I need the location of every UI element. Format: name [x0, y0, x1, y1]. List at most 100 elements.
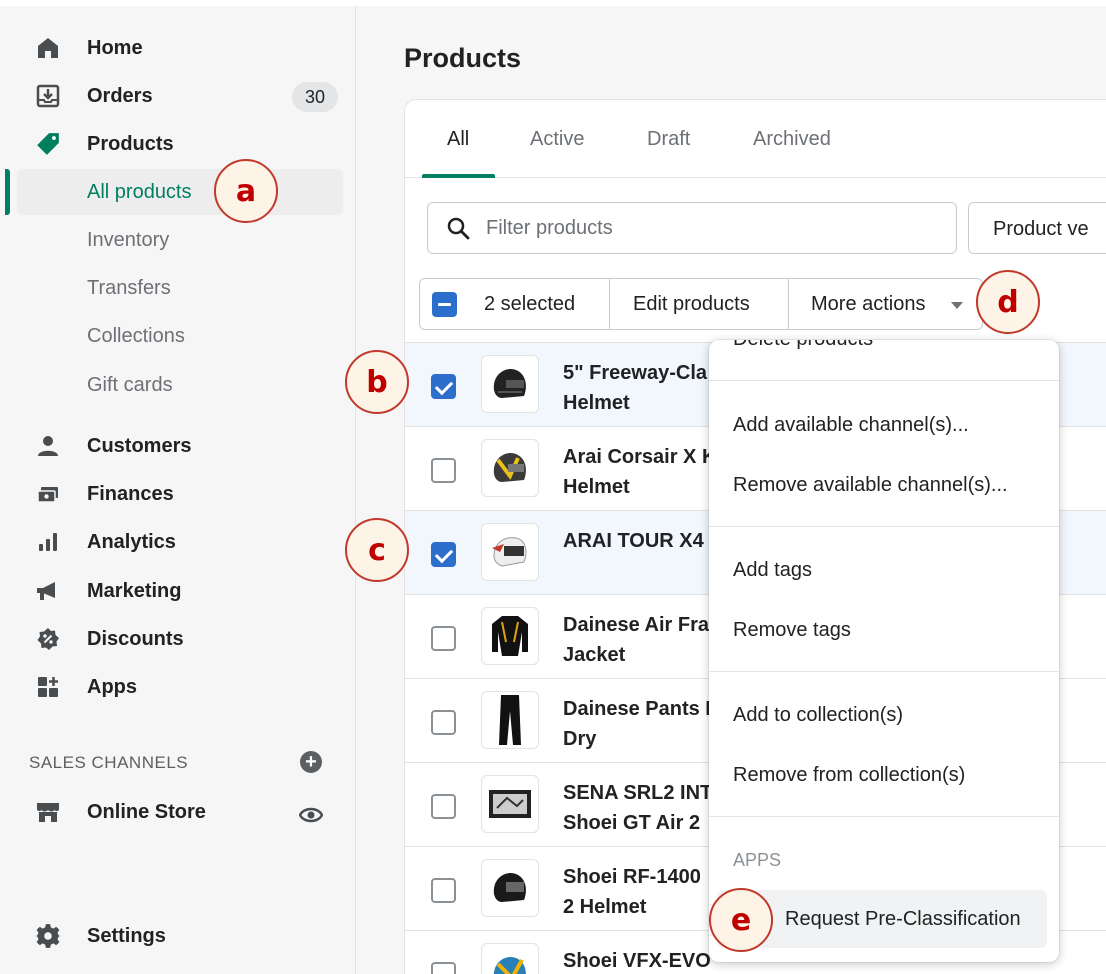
menu-item-label: Request Pre-Classification	[785, 908, 1021, 930]
nav-home-label: Home	[87, 37, 143, 59]
nav-marketing[interactable]: Marketing	[0, 567, 356, 615]
tab-active[interactable]: Active	[530, 128, 584, 151]
filter-box[interactable]	[427, 202, 957, 254]
sidebar-item-gift-cards[interactable]: Gift cards	[0, 362, 356, 408]
product-thumbnail	[481, 859, 539, 917]
annotation-e: e	[709, 888, 773, 952]
product-name[interactable]: Dainese Pants I Dry	[563, 694, 713, 754]
tab-bar: All Active Draft Archived	[405, 100, 1106, 178]
nav-discounts-label: Discounts	[87, 628, 184, 650]
row-checkbox[interactable]	[431, 794, 456, 819]
more-actions-label: More actions	[811, 293, 926, 315]
product-thumbnail	[481, 439, 539, 497]
nav-apps[interactable]: Apps	[0, 663, 356, 711]
edit-products-label: Edit products	[633, 293, 750, 315]
nav-settings-label: Settings	[87, 925, 166, 947]
product-name[interactable]: Dainese Air Fra Jacket	[563, 610, 713, 670]
sidebar-item-collections[interactable]: Collections	[0, 313, 356, 359]
nav-settings[interactable]: Settings	[0, 912, 356, 960]
product-thumbnail	[481, 691, 539, 749]
annotation-d: d	[976, 270, 1040, 334]
menu-divider	[709, 380, 1059, 381]
row-checkbox[interactable]	[431, 458, 456, 483]
tab-active-indicator	[422, 174, 495, 178]
sidebar-item-label: Gift cards	[87, 374, 173, 396]
annotation-a: a	[214, 159, 278, 223]
bulk-actions-bar: 2 selected Edit products More actions	[419, 278, 983, 330]
edit-products-button[interactable]: Edit products	[610, 279, 789, 329]
nav-home[interactable]: Home	[0, 24, 356, 72]
nav-customers[interactable]: Customers	[0, 422, 356, 470]
selected-count: 2 selected	[484, 293, 576, 315]
megaphone-icon	[35, 578, 61, 604]
store-icon	[35, 799, 61, 825]
orders-icon	[35, 83, 61, 109]
row-checkbox[interactable]	[431, 710, 456, 735]
product-name[interactable]: ARAI TOUR X4	[563, 526, 713, 556]
eye-icon[interactable]	[298, 802, 324, 828]
orders-count-badge: 30	[292, 82, 338, 112]
nav-products[interactable]: Products	[0, 120, 356, 168]
product-thumbnail	[481, 775, 539, 833]
menu-item-add-collection[interactable]: Add to collection(s)	[733, 704, 903, 727]
row-checkbox[interactable]	[431, 962, 456, 974]
nav-orders[interactable]: Orders 30	[0, 72, 356, 120]
more-actions-menu: Delete products Add available channel(s)…	[709, 340, 1059, 962]
nav-apps-label: Apps	[87, 676, 137, 698]
caret-down-icon	[951, 302, 963, 309]
product-thumbnail	[481, 607, 539, 665]
product-thumbnail	[481, 943, 539, 974]
annotation-b: b	[345, 350, 409, 414]
nav-analytics[interactable]: Analytics	[0, 518, 356, 566]
home-icon	[35, 35, 61, 61]
sidebar-item-label: All products	[87, 181, 192, 203]
product-name[interactable]: Shoei RF-1400 2 Helmet	[563, 862, 713, 922]
row-checkbox[interactable]	[431, 374, 456, 399]
tab-archived[interactable]: Archived	[753, 128, 831, 151]
row-checkbox[interactable]	[431, 626, 456, 651]
sidebar: Home Orders 30 Products All products Inv…	[0, 6, 356, 974]
menu-item-add-tags[interactable]: Add tags	[733, 559, 812, 582]
select-all-control[interactable]: 2 selected	[420, 279, 610, 329]
menu-item-delete-products[interactable]: Delete products	[733, 340, 873, 351]
nav-orders-label: Orders	[87, 85, 153, 107]
nav-customers-label: Customers	[87, 435, 192, 457]
sidebar-item-all-products[interactable]: All products	[0, 169, 356, 215]
row-checkbox[interactable]	[431, 542, 456, 567]
apps-section-heading: APPS	[733, 850, 782, 870]
sidebar-item-transfers[interactable]: Transfers	[0, 265, 356, 311]
menu-item-remove-collection[interactable]: Remove from collection(s)	[733, 764, 965, 787]
menu-divider	[709, 526, 1059, 527]
product-name[interactable]: Arai Corsair X K Helmet	[563, 442, 716, 502]
nav-analytics-label: Analytics	[87, 531, 176, 553]
tab-all[interactable]: All	[447, 128, 469, 151]
product-name[interactable]: Shoei VFX-EVO	[563, 946, 713, 974]
analytics-icon	[35, 529, 61, 555]
app-window: Home Orders 30 Products All products Inv…	[0, 0, 1106, 974]
add-sales-channel-icon[interactable]: +	[300, 751, 322, 773]
product-name[interactable]: SENA SRL2 INT Shoei GT Air 2	[563, 778, 713, 838]
filter-products-input[interactable]	[486, 215, 936, 241]
product-vendor-button[interactable]: Product ve	[968, 202, 1106, 254]
menu-item-add-channel[interactable]: Add available channel(s)...	[733, 414, 969, 437]
sidebar-item-label: Transfers	[87, 277, 171, 299]
nav-online-store-label: Online Store	[87, 801, 206, 823]
nav-finances[interactable]: Finances	[0, 470, 356, 518]
active-indicator	[5, 169, 10, 215]
finances-icon	[35, 481, 61, 507]
menu-item-remove-tags[interactable]: Remove tags	[733, 619, 851, 642]
annotation-c: c	[345, 518, 409, 582]
tab-draft[interactable]: Draft	[647, 128, 690, 151]
sidebar-item-label: Collections	[87, 325, 185, 347]
page-title: Products	[404, 43, 522, 73]
sidebar-item-inventory[interactable]: Inventory	[0, 217, 356, 263]
nav-discounts[interactable]: Discounts	[0, 615, 356, 663]
indeterminate-checkbox[interactable]	[432, 292, 457, 317]
product-name[interactable]: 5" Freeway-Cla Helmet	[563, 358, 713, 418]
row-checkbox[interactable]	[431, 878, 456, 903]
menu-divider	[709, 671, 1059, 672]
menu-item-remove-channel[interactable]: Remove available channel(s)...	[733, 474, 1008, 497]
product-thumbnail	[481, 355, 539, 413]
product-thumbnail	[481, 523, 539, 581]
sidebar-item-label: Inventory	[87, 229, 170, 251]
